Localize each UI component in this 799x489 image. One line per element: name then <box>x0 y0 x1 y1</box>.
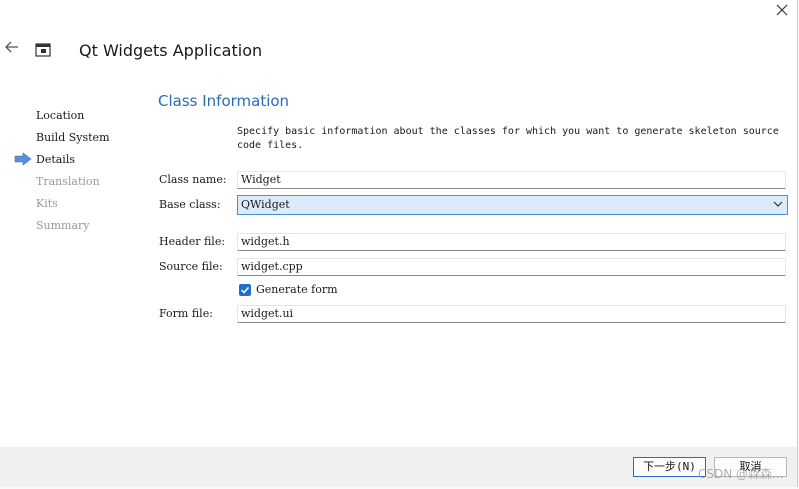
source-file-input[interactable]: widget.cpp <box>237 258 786 276</box>
step-kits: Kits <box>12 196 110 218</box>
new-project-wizard-dialog: Qt Widgets Application Location Build Sy… <box>0 0 798 488</box>
checkmark-icon <box>240 286 250 294</box>
description-line: code files. <box>237 140 304 151</box>
class-name-input[interactable]: Widget <box>237 171 786 189</box>
cancel-button[interactable]: 取消 <box>714 457 787 477</box>
wizard-title: Qt Widgets Application <box>79 41 263 60</box>
step-label: Translation <box>36 175 100 188</box>
base-class-select[interactable]: QWidget <box>237 195 788 215</box>
wizard-window-icon <box>35 43 51 57</box>
close-button[interactable] <box>770 0 794 20</box>
current-step-arrow-icon <box>14 152 32 166</box>
step-label: Location <box>36 109 85 122</box>
generate-form-checkbox[interactable] <box>239 283 251 296</box>
description-line: Specify basic information about the clas… <box>237 126 779 137</box>
step-location: Location <box>12 108 110 130</box>
source-file-label: Source file: <box>159 260 223 273</box>
back-arrow-icon <box>5 41 18 53</box>
chevron-down-icon <box>773 201 783 207</box>
step-translation: Translation <box>12 174 110 196</box>
wizard-steps-list: Location Build System Details Translatio… <box>12 108 110 240</box>
step-build-system: Build System <box>12 130 110 152</box>
base-class-value: QWidget <box>241 198 290 211</box>
class-name-label: Class name: <box>159 173 227 186</box>
close-icon <box>776 4 788 16</box>
form-file-label: Form file: <box>159 307 213 320</box>
form-file-input[interactable]: widget.ui <box>237 305 786 323</box>
back-button[interactable] <box>4 40 22 60</box>
step-label: Summary <box>36 219 90 232</box>
header-file-label: Header file: <box>159 235 226 248</box>
page-description: Specify basic information about the clas… <box>237 125 787 153</box>
step-summary: Summary <box>12 218 110 240</box>
step-label: Kits <box>36 197 58 210</box>
generate-form-label: Generate form <box>256 283 338 296</box>
step-details: Details <box>12 152 110 174</box>
header-file-input[interactable]: widget.h <box>237 233 786 251</box>
step-label: Details <box>36 153 75 166</box>
generate-form-row: Generate form <box>239 283 338 296</box>
base-class-label: Base class: <box>159 198 221 211</box>
step-label: Build System <box>36 131 110 144</box>
page-title: Class Information <box>158 92 290 110</box>
next-button[interactable]: 下一步(N) <box>633 457 706 477</box>
